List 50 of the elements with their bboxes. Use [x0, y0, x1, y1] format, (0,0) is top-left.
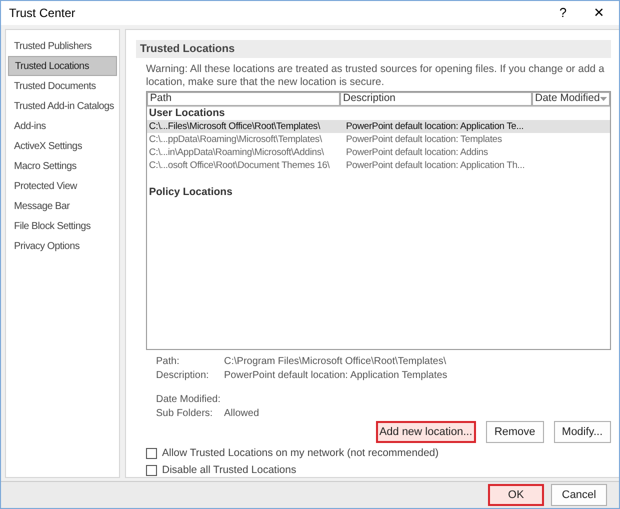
checkbox[interactable]	[146, 448, 157, 459]
sidebar-item[interactable]: Trusted Publishers	[8, 36, 117, 56]
group-heading: User Locations	[148, 106, 226, 120]
sidebar-item[interactable]: File Block Settings	[8, 216, 117, 236]
dialog-button[interactable]: Cancel	[551, 484, 607, 506]
table-row[interactable]: C:\...Files\Microsoft Office\Root\Templates\ PowerPoint default location: Application Te...	[147, 120, 610, 133]
detail-value: PowerPoint default location: Application Templates	[224, 368, 448, 382]
detail-label: Path:	[156, 354, 180, 368]
detail-label: Description:	[156, 368, 210, 382]
table-cell-text: C:\...in\AppData\Roaming\Microsoft\Addins\	[148, 146, 325, 159]
sidebar-item[interactable]: Privacy Options	[8, 236, 117, 256]
section-header: Trusted Locations	[136, 40, 611, 58]
column-header[interactable]: Path	[147, 92, 340, 106]
group-heading: Policy Locations	[148, 186, 234, 199]
dialog-button[interactable]: OK	[488, 484, 544, 506]
table-cell-text: C:\...ppData\Roaming\Microsoft\Templates\	[148, 132, 323, 146]
column-header[interactable]: Description	[340, 92, 532, 106]
sidebar-item[interactable]: Protected View	[8, 176, 117, 196]
table-row[interactable]: C:\...in\AppData\Roaming\Microsoft\Addins\ PowerPoint default location: Addins	[147, 146, 610, 159]
table-cell-text: PowerPoint default location: Application Te...	[345, 120, 525, 133]
detail-label: Sub Folders:	[156, 406, 214, 420]
checkbox[interactable]	[146, 465, 157, 476]
table-row[interactable]: C:\...ppData\Roaming\Microsoft\Templates\ PowerPoint default location: Templates	[147, 132, 610, 146]
action-button[interactable]: Modify...	[554, 421, 611, 443]
sidebar-item[interactable]: Message Bar	[8, 196, 117, 216]
action-button[interactable]: Add new location...	[376, 421, 476, 443]
sort-caret-icon	[600, 96, 607, 101]
close-button[interactable]: ✕	[587, 3, 611, 23]
checkbox-label: Disable all Trusted Locations	[162, 462, 296, 478]
detail-value: Allowed	[224, 406, 260, 420]
sidebar-item[interactable]: Trusted Locations	[8, 56, 117, 76]
table-row[interactable]: C:\...osoft Office\Root\Document Themes 16\ PowerPoint default location: Application Th...	[147, 158, 610, 172]
detail-value: C:\Program Files\Microsoft Office\Root\Templates\	[224, 354, 446, 368]
table-cell-text: C:\...Files\Microsoft Office\Root\Templates\	[148, 120, 322, 133]
window-title: Trust Center	[9, 5, 76, 22]
table-cell-text: PowerPoint default location: Templates	[345, 132, 503, 146]
sidebar-item[interactable]: ActiveX Settings	[8, 136, 117, 156]
action-button[interactable]: Remove	[486, 421, 544, 443]
sidebar-item[interactable]: Macro Settings	[8, 156, 117, 176]
help-button[interactable]: ?	[551, 3, 575, 23]
warning-text: Warning: All these locations are treated as trusted sources for opening files. If you change or add a location, make sure that the new location is secure.	[146, 62, 606, 89]
sidebar-item[interactable]: Trusted Add-in Catalogs	[8, 96, 117, 116]
detail-label: Date Modified:	[156, 392, 222, 406]
sidebar-item[interactable]: Trusted Documents	[8, 76, 117, 96]
sidebar-item[interactable]: Add-ins	[8, 116, 117, 136]
table-cell-text: PowerPoint default location: Addins	[345, 146, 489, 159]
table-cell-text: C:\...osoft Office\Root\Document Themes 16\	[148, 158, 331, 172]
column-header[interactable]: Date Modified	[532, 92, 610, 106]
checkbox-label: Allow Trusted Locations on my network (not recommended)	[162, 446, 439, 461]
table-cell-text: PowerPoint default location: Application Th...	[345, 158, 526, 172]
